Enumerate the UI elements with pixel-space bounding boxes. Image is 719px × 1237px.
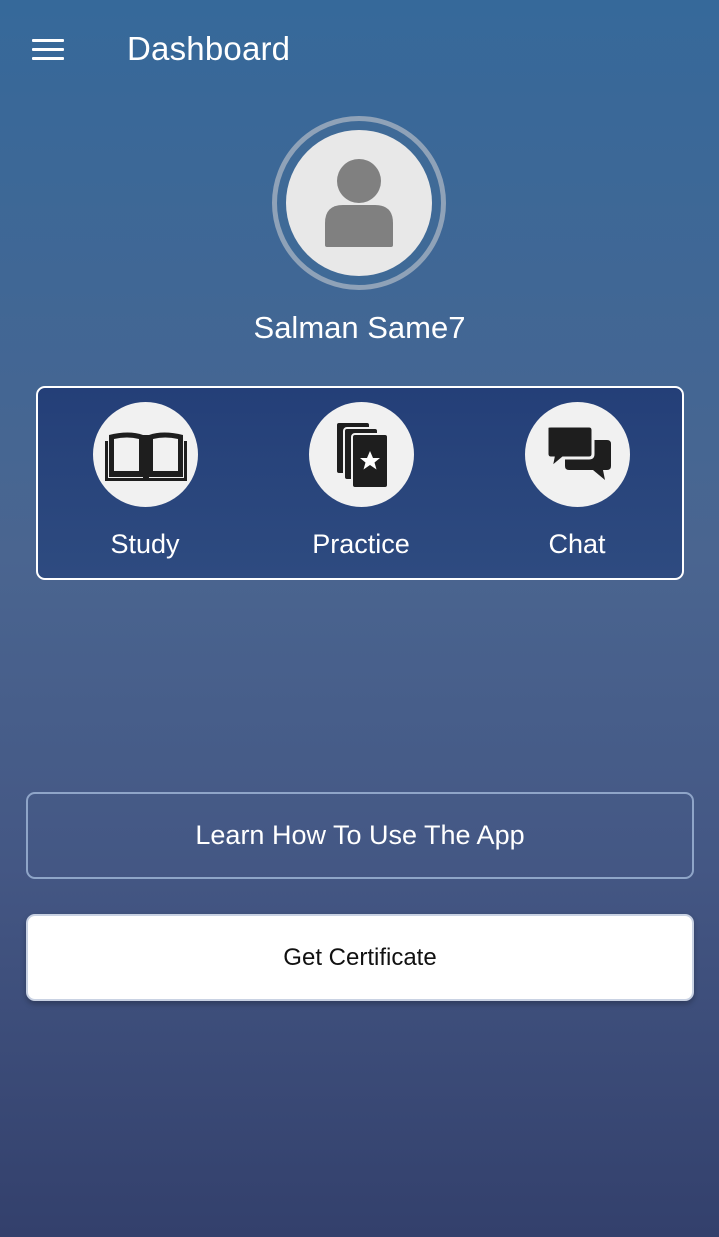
avatar[interactable] (272, 116, 446, 290)
chat-label: Chat (548, 529, 606, 559)
menu-button[interactable] (30, 36, 66, 64)
practice-label: Practice (312, 529, 410, 559)
user-name: Salman Same7 (253, 310, 466, 345)
card-stack-star-icon (309, 402, 414, 507)
study-label: Study (110, 529, 180, 559)
get-certificate-button[interactable]: Get Certificate (26, 914, 694, 1001)
menu-icon-bar (32, 39, 64, 42)
menu-icon-bar (32, 57, 64, 60)
user-placeholder-icon (286, 130, 432, 276)
action-panel: Study Practice Chat (36, 386, 684, 580)
page-title: Dashboard (127, 30, 291, 67)
menu-icon-bar (32, 48, 64, 51)
learn-how-to-use-button[interactable]: Learn How To Use The App (26, 792, 694, 879)
open-book-icon (93, 402, 198, 507)
study-button[interactable]: Study (65, 402, 225, 566)
chat-button[interactable]: Chat (497, 402, 657, 566)
chat-bubbles-icon (525, 402, 630, 507)
practice-button[interactable]: Practice (281, 402, 441, 566)
